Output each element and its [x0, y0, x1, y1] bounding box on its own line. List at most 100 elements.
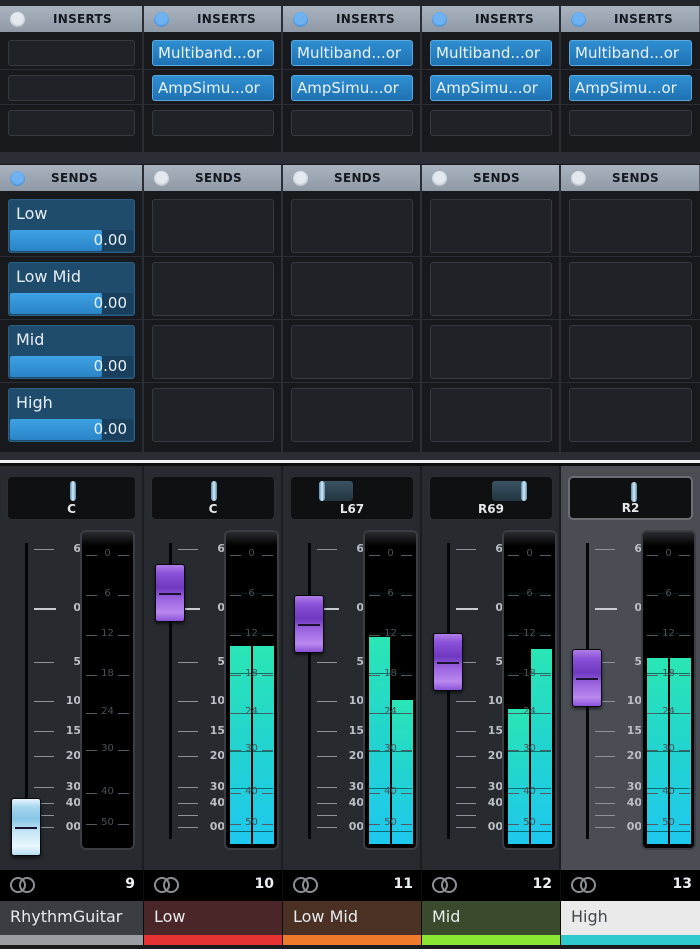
volume-fader-handle[interactable]	[155, 564, 185, 623]
inserts-bypass-led[interactable]	[154, 11, 169, 27]
sends-bypass-led[interactable]	[432, 170, 447, 186]
link-icon[interactable]	[10, 877, 36, 894]
inserts-bypass-led[interactable]	[293, 11, 308, 27]
channel-name[interactable]: Low Mid	[283, 901, 421, 935]
sends-header[interactable]: SENDS	[422, 165, 560, 191]
meter-scale-label: 0	[387, 548, 394, 559]
pan-control[interactable]: R69	[429, 476, 553, 520]
volume-fader-handle[interactable]	[572, 648, 602, 707]
inserts-header[interactable]: INSERTS	[283, 6, 421, 32]
fader-scale-tick	[317, 549, 337, 550]
pan-handle[interactable]	[630, 482, 637, 502]
channel-name[interactable]: High	[561, 901, 700, 935]
channel-name[interactable]: RhythmGuitar	[0, 901, 143, 935]
send-slot-empty[interactable]	[569, 388, 692, 442]
send-slot-empty[interactable]	[430, 262, 552, 316]
meter-scale-label: 30	[245, 743, 258, 754]
insert-slot-empty[interactable]	[8, 110, 135, 136]
meter-scale-label: 40	[662, 786, 675, 797]
volume-fader-handle[interactable]	[433, 633, 463, 691]
insert-slot-empty[interactable]	[8, 75, 135, 101]
sends-header[interactable]: SENDS	[144, 165, 282, 191]
inserts-bypass-led[interactable]	[10, 11, 25, 27]
pan-handle[interactable]	[520, 481, 527, 501]
send-slot-empty[interactable]	[569, 199, 692, 253]
send-slot-empty[interactable]	[569, 262, 692, 316]
pan-handle[interactable]	[69, 481, 76, 501]
fader-scale-tick	[595, 549, 615, 550]
send-level-slider[interactable]: 0.00	[10, 293, 133, 314]
inserts-bypass-led[interactable]	[571, 11, 586, 27]
insert-slot-plugin[interactable]: AmpSimu...or	[430, 75, 552, 101]
sends-header[interactable]: SENDS	[561, 165, 700, 191]
sends-bypass-led[interactable]	[571, 170, 586, 186]
sends-header[interactable]: SENDS	[0, 165, 143, 191]
link-icon[interactable]	[154, 877, 180, 894]
send-slot-empty[interactable]	[291, 325, 413, 379]
insert-slot-empty[interactable]	[291, 110, 413, 136]
volume-fader-handle[interactable]	[11, 798, 41, 856]
insert-slot-empty[interactable]	[569, 110, 692, 136]
insert-slot-plugin[interactable]: AmpSimu...or	[152, 75, 274, 101]
send-slot-empty[interactable]	[152, 388, 274, 442]
send-slot[interactable]: Low 0.00	[8, 199, 135, 253]
inserts-bypass-led[interactable]	[432, 11, 447, 27]
send-slot-empty[interactable]	[152, 199, 274, 253]
insert-slot-empty[interactable]	[430, 110, 552, 136]
sends-header[interactable]: SENDS	[283, 165, 421, 191]
insert-slot-plugin[interactable]: AmpSimu...or	[291, 75, 413, 101]
insert-slot-plugin[interactable]: Multiband...or	[430, 40, 552, 66]
fader-scale-tick	[456, 756, 476, 757]
pan-control[interactable]: R2	[568, 476, 693, 520]
fader-scale-tick	[178, 731, 198, 732]
pan-handle[interactable]	[319, 481, 326, 501]
send-level-slider[interactable]: 0.00	[10, 356, 133, 377]
meter-scale-label: 40	[101, 786, 114, 797]
send-level-slider[interactable]: 0.00	[10, 419, 133, 440]
send-slot[interactable]: Low Mid 0.00	[8, 262, 135, 316]
rack-divider[interactable]	[0, 460, 700, 463]
fader-scale-tick	[456, 803, 476, 804]
pan-control[interactable]: C	[151, 476, 275, 520]
send-slot-empty[interactable]	[430, 199, 552, 253]
send-slot-empty[interactable]	[430, 325, 552, 379]
send-slot-empty[interactable]	[291, 199, 413, 253]
channel-name[interactable]: Low	[144, 901, 282, 935]
inserts-header[interactable]: INSERTS	[0, 6, 143, 32]
insert-slot-plugin[interactable]: AmpSimu...or	[569, 75, 692, 101]
fader-scale-label: 0	[73, 601, 81, 614]
fader-scale-label: 40	[487, 796, 503, 809]
send-slot-empty[interactable]	[291, 388, 413, 442]
pan-handle[interactable]	[211, 481, 217, 501]
send-slot-empty[interactable]	[291, 262, 413, 316]
insert-slot-plugin[interactable]: Multiband...or	[152, 40, 274, 66]
send-slot[interactable]: High 0.00	[8, 388, 135, 442]
link-icon[interactable]	[293, 877, 319, 894]
sends-bypass-led[interactable]	[10, 170, 25, 186]
meter-scale-label: 0	[526, 548, 533, 559]
insert-slot-plugin[interactable]: Multiband...or	[291, 40, 413, 66]
channel-number: 9	[125, 876, 135, 892]
channel-name[interactable]: Mid	[422, 901, 560, 935]
insert-slot-empty[interactable]	[152, 110, 274, 136]
volume-fader-handle[interactable]	[294, 595, 324, 654]
insert-slot-plugin[interactable]: Multiband...or	[569, 40, 692, 66]
send-slot[interactable]: Mid 0.00	[8, 325, 135, 379]
send-slot-empty[interactable]	[430, 388, 552, 442]
send-slot-empty[interactable]	[152, 262, 274, 316]
insert-slot-empty[interactable]	[8, 40, 135, 66]
pan-control[interactable]: C	[7, 476, 136, 520]
send-slot-empty[interactable]	[569, 325, 692, 379]
pan-control[interactable]: L67	[290, 476, 414, 520]
inserts-header[interactable]: INSERTS	[422, 6, 560, 32]
link-icon[interactable]	[432, 877, 458, 894]
sends-bypass-led[interactable]	[293, 170, 308, 186]
send-slot-empty[interactable]	[152, 325, 274, 379]
fader-scale-tick	[34, 549, 54, 550]
link-icon[interactable]	[571, 877, 597, 894]
inserts-header[interactable]: INSERTS	[561, 6, 700, 32]
inserts-header[interactable]: INSERTS	[144, 6, 282, 32]
meter-scale-label: 6	[104, 588, 111, 599]
send-level-slider[interactable]: 0.00	[10, 230, 133, 251]
sends-bypass-led[interactable]	[154, 170, 169, 186]
